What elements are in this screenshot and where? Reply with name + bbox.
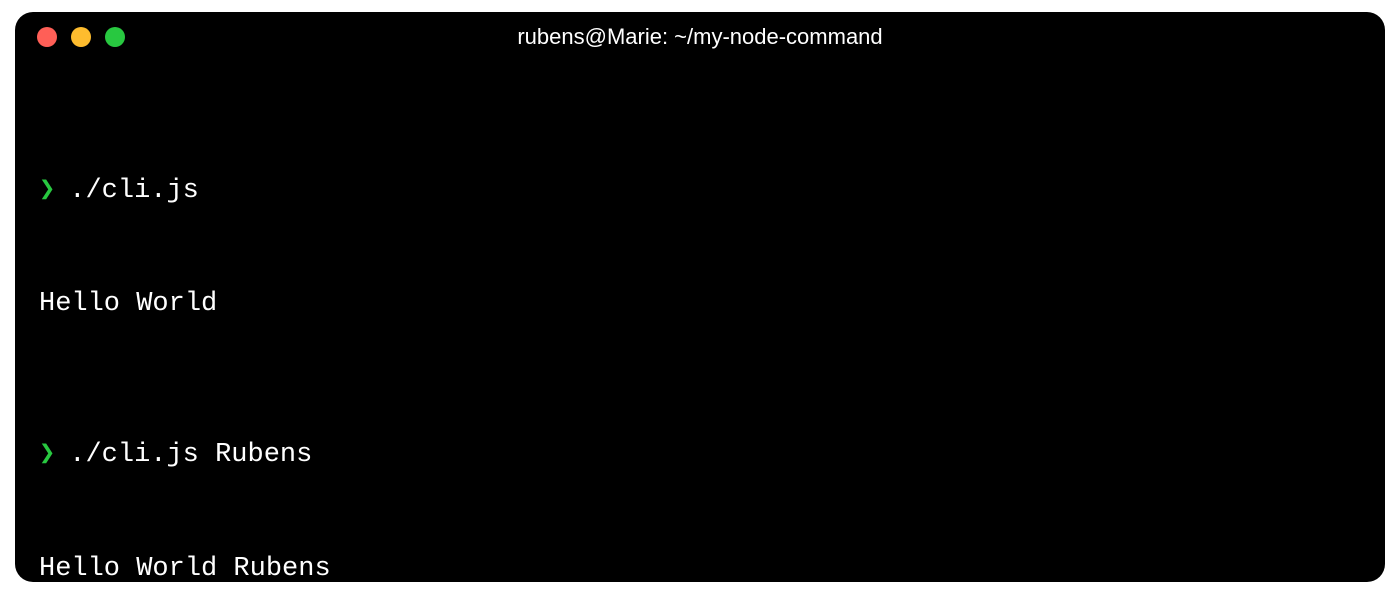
output-line: Hello World Rubens [39, 551, 1361, 582]
command-text: ./cli.js Rubens [69, 437, 312, 475]
command-text: ./cli.js [69, 173, 199, 211]
maximize-icon[interactable] [105, 27, 125, 47]
terminal-window: rubens@Marie: ~/my-node-command ❯ ./cli.… [15, 12, 1385, 582]
terminal-body[interactable]: ❯ ./cli.js Hello World ❯ ./cli.js Rubens… [15, 62, 1385, 582]
minimize-icon[interactable] [71, 27, 91, 47]
command-line: ❯ ./cli.js Rubens [39, 437, 1361, 475]
close-icon[interactable] [37, 27, 57, 47]
command-line: ❯ ./cli.js [39, 173, 1361, 211]
prompt-symbol: ❯ [39, 173, 55, 211]
title-bar: rubens@Marie: ~/my-node-command [15, 12, 1385, 62]
traffic-lights [37, 27, 125, 47]
output-line: Hello World [39, 286, 1361, 324]
prompt-symbol: ❯ [39, 437, 55, 475]
window-title: rubens@Marie: ~/my-node-command [517, 24, 882, 50]
